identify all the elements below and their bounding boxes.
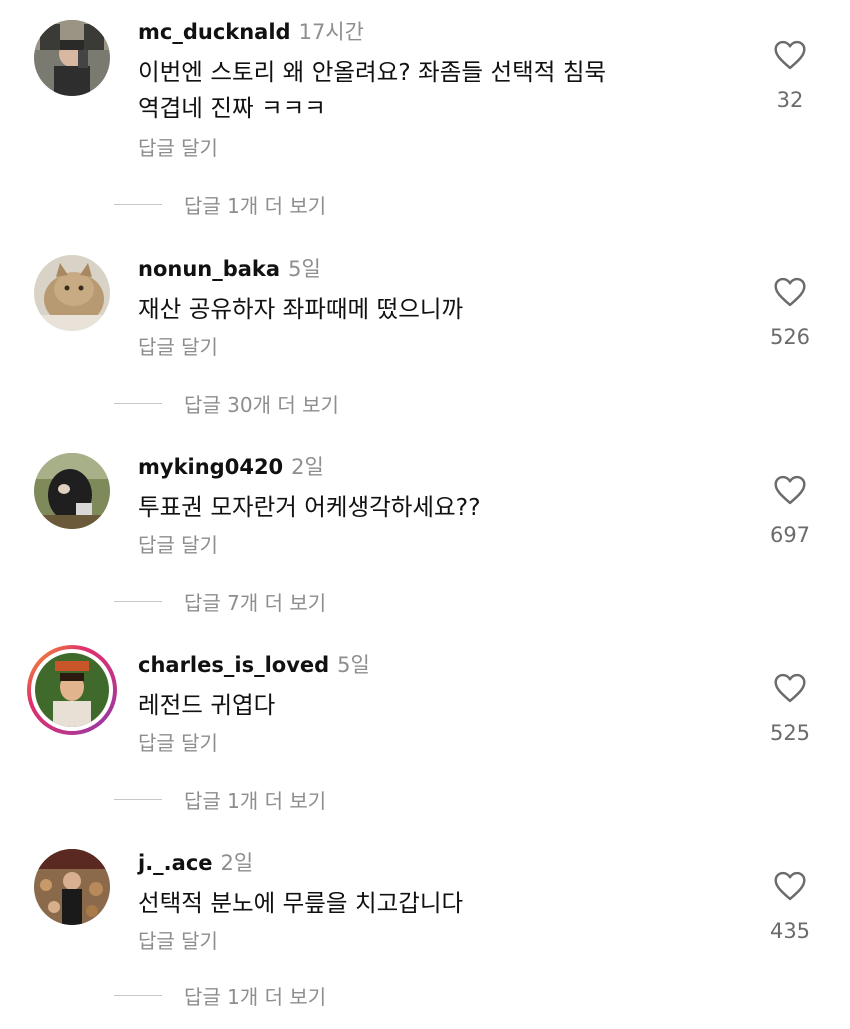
comment-text-line: 이번엔 스토리 왜 안올려요? 좌좀들 선택적 침묵 [138, 58, 607, 86]
comment-text-line: 역겹네 진짜 ㅋㅋㅋ [138, 94, 326, 122]
comment-username[interactable]: nonun_baka 5일 [138, 253, 321, 283]
view-replies-button[interactable]: 답글 1개 더 보기 [114, 785, 326, 814]
divider-line [114, 402, 162, 405]
like-button[interactable]: 435 [760, 871, 820, 943]
comment-text: 이번엔 스토리 왜 안올려요? 좌좀들 선택적 침묵 역겹네 진짜 ㅋㅋㅋ [138, 54, 728, 126]
avatar-image [35, 653, 109, 727]
avatar-image [34, 453, 110, 529]
comment-username[interactable]: mc_ducknald 17시간 [138, 16, 364, 46]
username-text[interactable]: nonun_baka [138, 257, 280, 281]
comment-text: 선택적 분노에 무릎을 치고갑니다 [138, 885, 728, 921]
like-count: 525 [769, 721, 811, 745]
divider-line [114, 994, 162, 997]
reply-button[interactable]: 답글 달기 [138, 529, 218, 558]
comment-username[interactable]: j._.ace 2일 [138, 847, 253, 877]
avatar-image [34, 20, 110, 96]
heart-icon[interactable] [773, 871, 807, 901]
comment-username[interactable]: myking0420 2일 [138, 451, 324, 481]
username-text[interactable]: mc_ducknald [138, 20, 291, 44]
comment-text-line: 선택적 분노에 무릎을 치고갑니다 [138, 889, 464, 917]
heart-icon[interactable] [773, 475, 807, 505]
view-replies-button[interactable]: 답글 30개 더 보기 [114, 389, 339, 418]
reply-button[interactable]: 답글 달기 [138, 132, 218, 161]
view-replies-button[interactable]: 답글 1개 더 보기 [114, 981, 326, 1010]
comment-item: j._.ace 2일 선택적 분노에 무릎을 치고갑니다 답글 달기 답글 1개 … [0, 831, 850, 1029]
heart-icon[interactable] [773, 40, 807, 70]
comment-text-line: 레전드 귀엽다 [138, 691, 276, 719]
comment-text-line: 투표권 모자란거 어케생각하세요?? [138, 493, 481, 521]
username-text[interactable]: myking0420 [138, 455, 283, 479]
like-button[interactable]: 697 [760, 475, 820, 547]
view-replies-label: 답글 1개 더 보기 [184, 985, 327, 1009]
heart-icon[interactable] [773, 277, 807, 307]
like-count: 435 [769, 919, 811, 943]
divider-line [114, 798, 162, 801]
like-button[interactable]: 526 [760, 277, 820, 349]
avatar[interactable] [34, 453, 110, 529]
avatar-image [34, 255, 110, 331]
divider-line [114, 600, 162, 603]
like-count: 32 [776, 88, 804, 112]
reply-button[interactable]: 답글 달기 [138, 925, 218, 954]
comment-item: charles_is_loved 5일 레전드 귀엽다 답글 달기 답글 1개 더… [0, 633, 850, 831]
comment-text-line: 재산 공유하자 좌파때메 떴으니까 [138, 295, 464, 323]
view-replies-label: 답글 30개 더 보기 [184, 393, 339, 417]
comment-timestamp: 5일 [337, 653, 370, 677]
avatar-image [34, 849, 110, 925]
heart-icon[interactable] [773, 673, 807, 703]
username-text[interactable]: j._.ace [138, 851, 213, 875]
comment-text: 재산 공유하자 좌파때메 떴으니까 [138, 291, 728, 327]
view-replies-button[interactable]: 답글 1개 더 보기 [114, 190, 326, 219]
username-text[interactable]: charles_is_loved [138, 653, 329, 677]
divider-line [114, 203, 162, 206]
view-replies-label: 답글 1개 더 보기 [184, 789, 327, 813]
comment-timestamp: 2일 [291, 455, 324, 479]
avatar [35, 653, 109, 727]
view-replies-label: 답글 7개 더 보기 [184, 591, 327, 615]
comment-item: myking0420 2일 투표권 모자란거 어케생각하세요?? 답글 달기 답글… [0, 435, 850, 633]
comment-timestamp: 2일 [220, 851, 254, 875]
like-button[interactable]: 525 [760, 673, 820, 745]
reply-button[interactable]: 답글 달기 [138, 331, 218, 360]
comment-item: mc_ducknald 17시간 이번엔 스토리 왜 안올려요? 좌좀들 선택적 … [0, 0, 850, 218]
like-button[interactable]: 32 [760, 40, 820, 112]
comment-text: 투표권 모자란거 어케생각하세요?? [138, 489, 728, 525]
comment-text: 레전드 귀엽다 [138, 687, 728, 723]
comment-username[interactable]: charles_is_loved 5일 [138, 649, 370, 679]
avatar-story-ring[interactable] [27, 645, 117, 735]
reply-button[interactable]: 답글 달기 [138, 727, 218, 756]
comment-timestamp: 5일 [288, 257, 321, 281]
avatar[interactable] [34, 20, 110, 96]
like-count: 526 [769, 325, 811, 349]
like-count: 697 [769, 523, 811, 547]
view-replies-button[interactable]: 답글 7개 더 보기 [114, 587, 326, 616]
comment-item: nonun_baka 5일 재산 공유하자 좌파때메 떴으니까 답글 달기 답글 … [0, 237, 850, 435]
comment-timestamp: 17시간 [298, 20, 364, 44]
avatar[interactable] [34, 849, 110, 925]
avatar[interactable] [34, 255, 110, 331]
view-replies-label: 답글 1개 더 보기 [184, 194, 327, 218]
